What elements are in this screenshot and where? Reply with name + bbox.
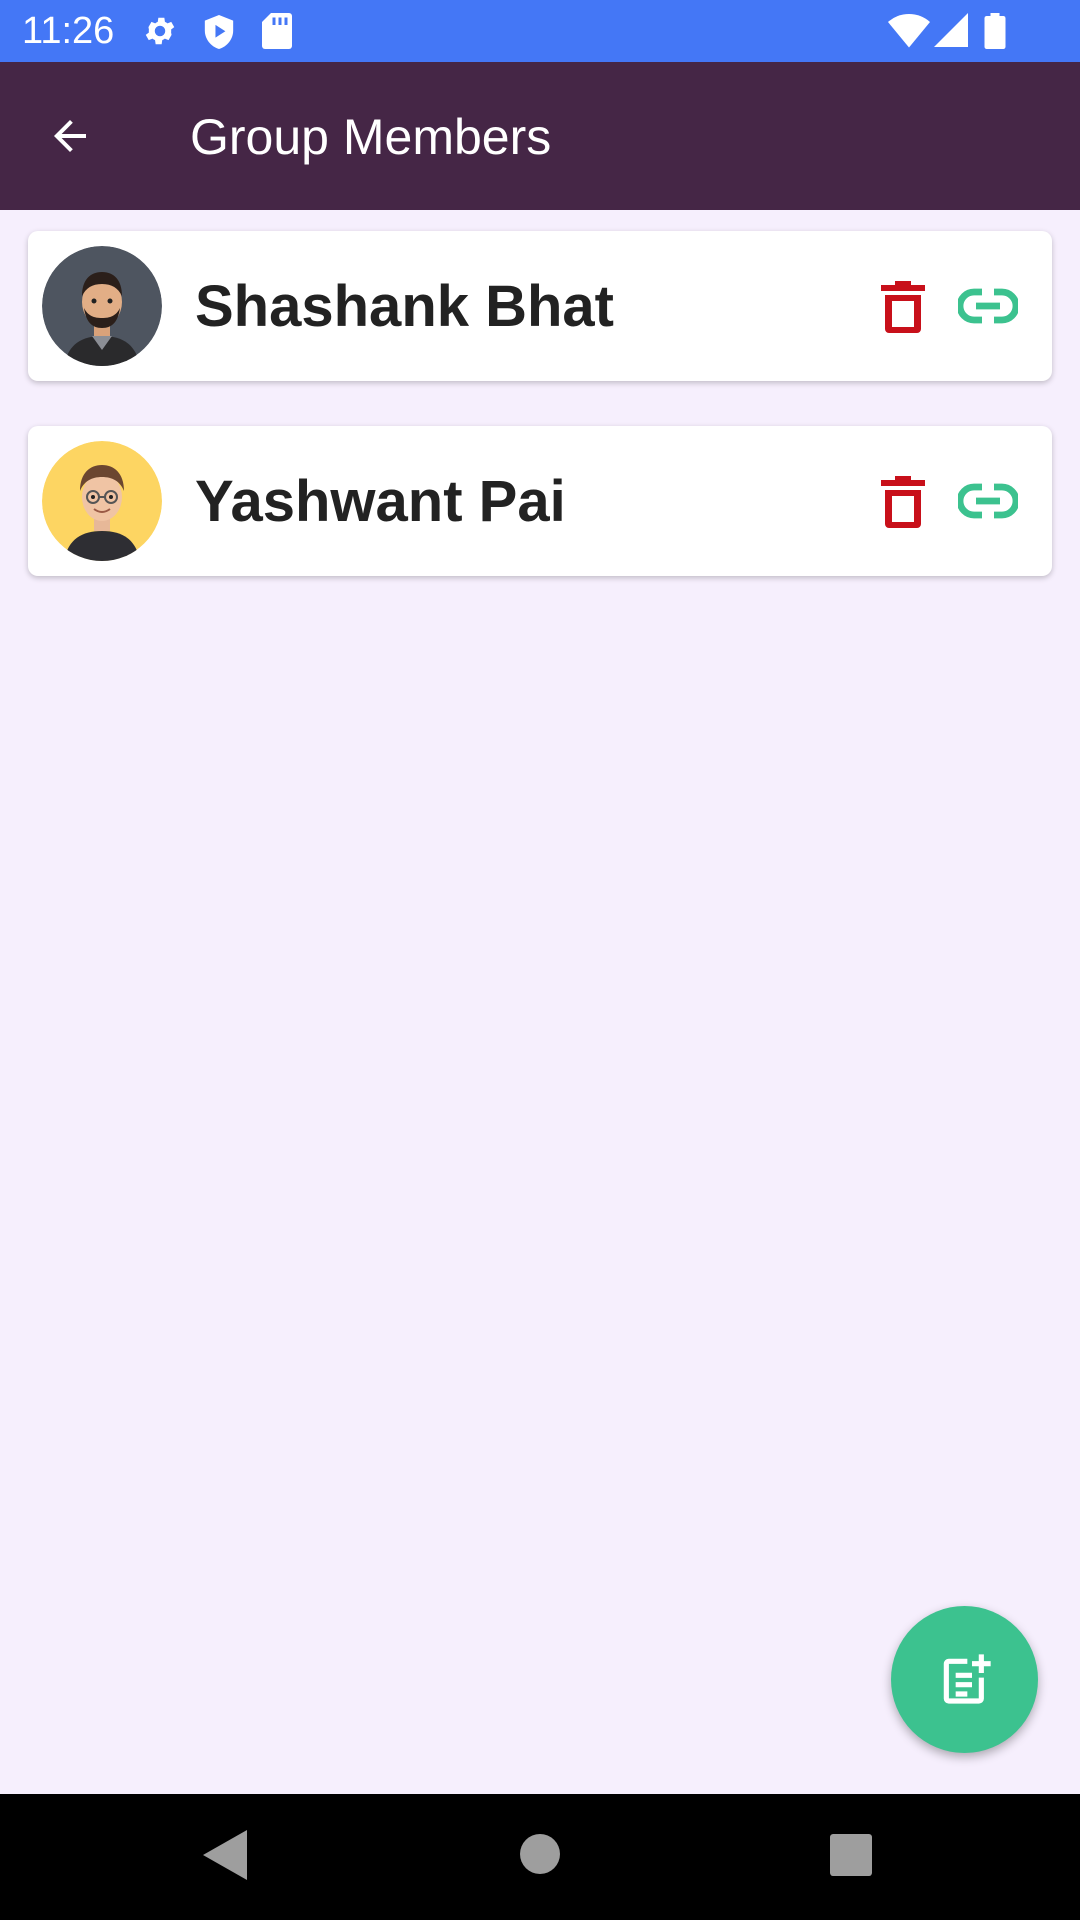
settings-icon: [145, 17, 175, 45]
recents-square-icon[interactable]: [830, 1834, 872, 1876]
trash-icon[interactable]: [878, 281, 928, 333]
status-bar: 11:26: [0, 0, 1080, 62]
note-add-icon: [943, 1653, 991, 1704]
add-member-fab[interactable]: [891, 1606, 1038, 1753]
app-bar: Group Members: [0, 62, 1080, 210]
page-title: Group Members: [190, 109, 552, 165]
sd-card-icon: [262, 13, 292, 49]
wifi-icon: [888, 13, 930, 48]
arrow-back-icon: [54, 120, 86, 152]
member-name: Shashank Bhat: [195, 274, 614, 339]
signal-icon: [934, 13, 968, 47]
member-card[interactable]: Shashank Bhat: [28, 231, 1052, 381]
member-card[interactable]: Yashwant Pai: [28, 426, 1052, 576]
trash-icon[interactable]: [878, 476, 928, 528]
member-name: Yashwant Pai: [195, 469, 566, 534]
status-time: 11:26: [22, 10, 115, 52]
avatar: [42, 246, 162, 366]
avatar: [42, 441, 162, 561]
system-nav-bar: [0, 1794, 1080, 1920]
battery-icon: [984, 13, 1006, 49]
shield-play-icon: [204, 15, 234, 49]
home-circle-icon[interactable]: [520, 1834, 560, 1874]
link-icon[interactable]: [958, 479, 1018, 523]
back-button[interactable]: [40, 106, 100, 166]
link-icon[interactable]: [958, 284, 1018, 328]
back-triangle-icon[interactable]: [203, 1830, 247, 1880]
